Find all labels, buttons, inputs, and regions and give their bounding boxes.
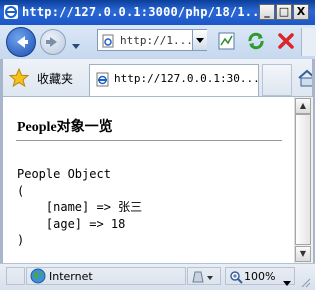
back-arrow-icon [17,36,28,48]
page-icon [101,33,115,52]
favorites-star-icon[interactable] [8,67,30,93]
new-tab-button[interactable] [262,64,292,96]
status-progress-cell [6,267,25,285]
page-heading: People对象一览 [17,120,113,135]
object-dump: People Object ( [name] => 张三 [age] => 18… [17,167,143,247]
zoom-magnifier-icon [229,269,243,288]
zoom-level: 100% [244,270,276,283]
address-dropdown-button[interactable] [192,30,207,50]
address-text: http://1... [120,34,193,47]
refresh-button[interactable] [245,30,267,52]
close-window-button[interactable]: X [293,4,309,20]
refresh-icon [248,32,264,50]
stop-icon [278,33,294,49]
scroll-thumb[interactable] [295,114,311,245]
compatibility-icon [218,32,235,50]
horizontal-rule [16,140,282,141]
forward-arrow-icon [46,37,57,47]
window-title: http://127.0.0.1:3000/php/18/1... [22,5,268,19]
recent-pages-dropdown-icon[interactable] [71,36,81,55]
internet-globe-icon [30,268,46,288]
security-zone-label: Internet [49,270,93,283]
compatibility-view-button[interactable] [216,30,238,52]
resize-grip-icon[interactable] [299,273,311,292]
chevron-down-icon [196,38,204,43]
stop-button[interactable] [275,30,297,52]
protected-mode-icon [192,269,216,288]
maximize-button[interactable]: □ [276,4,292,20]
favorites-button[interactable]: 收藏夹 [37,70,73,87]
ie-page-icon [4,5,18,19]
zoom-dropdown-icon[interactable] [283,272,291,291]
tab-title: http://127.0.0.1:30... [114,72,260,85]
back-button[interactable] [6,27,36,57]
search-box-edge[interactable] [301,28,316,56]
tab-page-icon [95,72,110,91]
scroll-down-button[interactable]: ▼ [295,246,311,262]
forward-button[interactable] [40,29,66,55]
scroll-up-button[interactable]: ▲ [295,98,311,114]
minimize-button[interactable]: _ [259,4,275,20]
